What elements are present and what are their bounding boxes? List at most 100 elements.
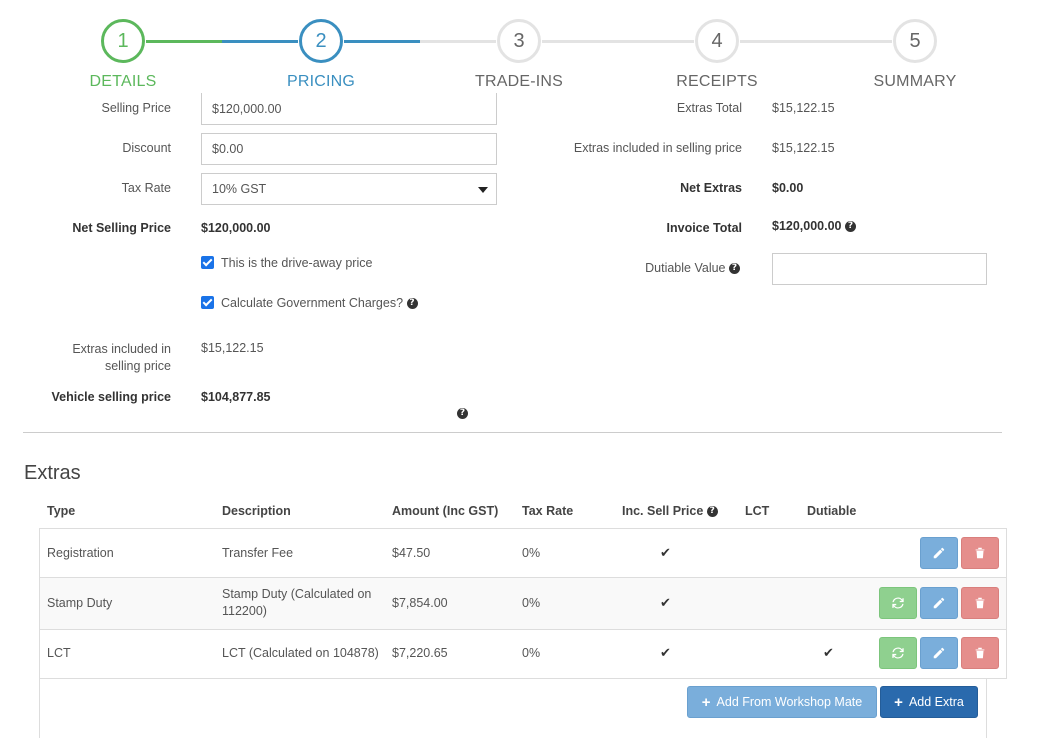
recalculate-button[interactable] (879, 637, 917, 669)
gov-charges-text: Calculate Government Charges? (221, 296, 404, 310)
step-connector (740, 40, 892, 43)
dutiable-value-text: Dutiable Value (645, 261, 726, 275)
step-connector (542, 40, 694, 43)
help-icon[interactable]: ? (729, 263, 740, 275)
step-connector (420, 40, 496, 43)
add-from-workshop-label: Add From Workshop Mate (716, 695, 863, 709)
column-header-lct: LCT (745, 504, 770, 518)
row-amount: $47.50 (392, 546, 431, 560)
step-4-circle[interactable]: 4 (695, 19, 739, 63)
extras-heading: Extras (24, 462, 81, 484)
step-3-circle[interactable]: 3 (497, 19, 541, 63)
step-1-label[interactable]: DETAILS (43, 73, 203, 91)
gov-charges-label[interactable]: Calculate Government Charges? ? (221, 296, 418, 310)
edit-button[interactable] (920, 587, 958, 619)
extras-included-label: Extras included in selling price (20, 341, 171, 375)
delete-button[interactable] (961, 587, 999, 619)
step-connector (146, 40, 222, 43)
drive-away-label[interactable]: This is the drive-away price (221, 256, 372, 270)
tax-rate-label: Tax Rate (121, 181, 171, 195)
row-tax-rate: 0% (522, 546, 541, 560)
plus-icon: + (894, 693, 903, 711)
tax-rate-select[interactable]: 10% GST (201, 173, 497, 205)
invoice-total-value: $120,000.00 ? (772, 219, 856, 233)
add-extra-button[interactable]: + Add Extra (880, 686, 978, 718)
step-4-label[interactable]: RECEIPTS (637, 73, 797, 91)
edit-button[interactable] (920, 537, 958, 569)
column-header-type: Type (47, 504, 76, 518)
help-icon[interactable]: ? (706, 506, 718, 518)
step-2-label[interactable]: PRICING (241, 73, 401, 91)
row-description-line: Stamp Duty (Calculated on (222, 587, 372, 601)
trash-icon (975, 597, 985, 609)
help-icon[interactable]: ? (457, 408, 468, 419)
extras-included-label-line: selling price (104, 359, 171, 373)
dutiable-value-input[interactable] (772, 253, 987, 285)
checkmark-icon: ✔ (660, 595, 671, 610)
edit-button[interactable] (920, 637, 958, 669)
recalculate-button[interactable] (879, 587, 917, 619)
row-type: Registration (47, 546, 114, 560)
row-tax-rate: 0% (522, 596, 541, 610)
step-number: 1 (117, 29, 129, 52)
column-header-inc-sell-price: Inc. Sell Price ? (622, 504, 718, 518)
step-5-circle[interactable]: 5 (893, 19, 937, 63)
net-extras-label: Net Extras (680, 181, 742, 195)
step-5-label[interactable]: SUMMARY (835, 73, 995, 91)
selling-price-input[interactable]: $120,000.00 (201, 93, 497, 125)
column-header-tax-rate: Tax Rate (522, 504, 574, 518)
step-connector (222, 40, 298, 43)
pencil-icon (933, 597, 945, 609)
column-header-amount: Amount (Inc GST) (392, 504, 499, 518)
vehicle-selling-price-label: Vehicle selling price (51, 390, 171, 404)
checkmark-icon: ✔ (660, 645, 671, 660)
trash-icon (975, 547, 985, 559)
row-amount: $7,854.00 (392, 596, 448, 610)
step-3-label[interactable]: TRADE-INS (439, 73, 599, 91)
vehicle-selling-price-value: $104,877.85 (201, 390, 271, 404)
net-selling-price-label: Net Selling Price (72, 221, 171, 235)
refresh-icon (892, 597, 904, 609)
add-from-workshop-button[interactable]: + Add From Workshop Mate (687, 686, 877, 718)
chevron-down-icon (478, 187, 488, 193)
column-header-dutiable: Dutiable (807, 504, 857, 518)
row-type: Stamp Duty (47, 596, 113, 610)
invoice-total-amount: $120,000.00 (772, 219, 842, 233)
help-icon[interactable]: ? (406, 298, 418, 310)
row-description: Stamp Duty (Calculated on 112200) (222, 586, 371, 620)
extras-in-sell-label: Extras included in selling price (573, 141, 742, 155)
row-type: LCT (47, 646, 71, 660)
inc-sell-price-text: Inc. Sell Price (622, 504, 704, 518)
drive-away-checkbox[interactable] (201, 256, 214, 269)
step-connector (344, 40, 420, 43)
checkmark-icon: ✔ (660, 545, 671, 560)
extras-in-sell-value: $15,122.15 (772, 141, 835, 155)
step-1-circle[interactable]: 1 (101, 19, 145, 63)
section-divider (23, 432, 1002, 433)
extras-total-value: $15,122.15 (772, 101, 835, 115)
net-selling-price-value: $120,000.00 (201, 221, 271, 235)
row-amount: $7,220.65 (392, 646, 448, 660)
invoice-total-label: Invoice Total (666, 221, 742, 235)
extras-included-label-line: Extras included in (72, 342, 171, 356)
row-description-line: 112200) (222, 604, 267, 618)
row-tax-rate: 0% (522, 646, 541, 660)
dutiable-value-label: Dutiable Value ? (520, 261, 740, 275)
step-number: 5 (909, 29, 921, 52)
net-extras-value: $0.00 (772, 181, 804, 195)
step-number: 4 (711, 29, 723, 52)
add-extra-label: Add Extra (908, 695, 964, 709)
row-description: LCT (Calculated on 104878) (222, 646, 379, 660)
step-2-circle[interactable]: 2 (299, 19, 343, 63)
delete-button[interactable] (961, 637, 999, 669)
step-number: 2 (315, 29, 327, 52)
extras-total-label: Extras Total (676, 101, 742, 115)
row-description: Transfer Fee (222, 546, 294, 560)
help-icon[interactable]: ? (845, 221, 856, 233)
gov-charges-checkbox[interactable] (201, 296, 214, 309)
delete-button[interactable] (961, 537, 999, 569)
refresh-icon (892, 647, 904, 659)
discount-input[interactable]: $0.00 (201, 133, 497, 165)
checkmark-icon: ✔ (823, 645, 834, 660)
step-number: 3 (513, 29, 525, 52)
